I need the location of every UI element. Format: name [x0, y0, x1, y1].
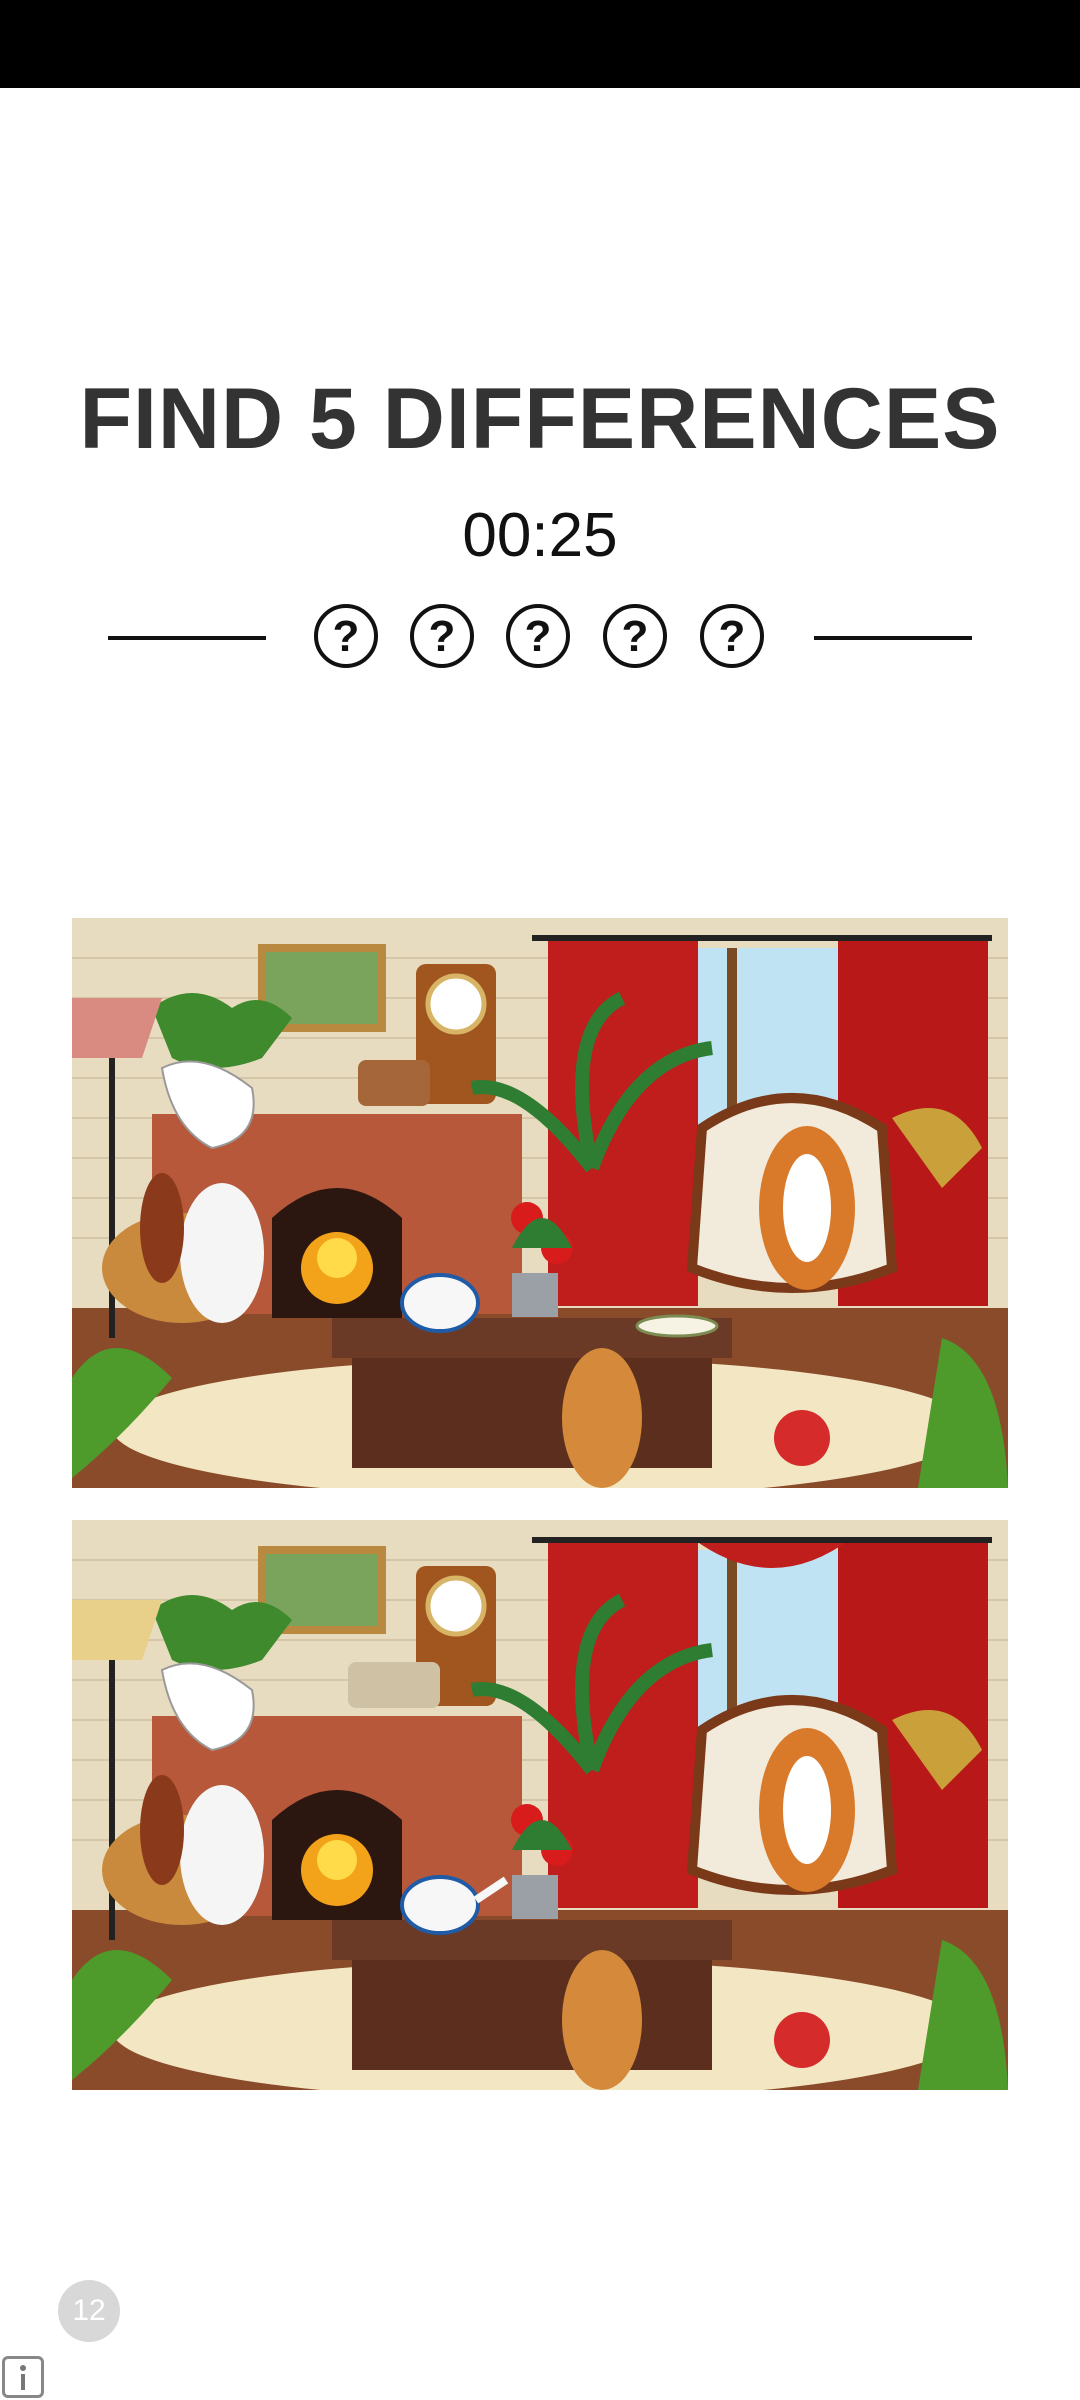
difference-slot-1: ?: [314, 604, 378, 668]
radio: [358, 1060, 430, 1106]
violin: [140, 1173, 184, 1283]
ad-badge[interactable]: 12: [58, 2280, 120, 2342]
red-ball: [774, 1410, 830, 1466]
difference-slot-5: ?: [700, 604, 764, 668]
difference-slot-3: ?: [506, 604, 570, 668]
teapot: [400, 1273, 480, 1333]
game-title: FIND 5 DIFFERENCES: [79, 371, 1001, 467]
flower-pot: [512, 1273, 558, 1317]
difference-slot-2: ?: [410, 604, 474, 668]
info-icon[interactable]: [2, 2356, 44, 2398]
spotted-cat: [562, 1348, 642, 1488]
difference-slot-4: ?: [603, 604, 667, 668]
right-divider-line: [814, 636, 972, 640]
scene-original[interactable]: [72, 918, 1008, 1488]
left-divider-line: [108, 636, 266, 640]
scene-modified[interactable]: [72, 1520, 1008, 2090]
radio: [348, 1662, 440, 1708]
plate: [635, 1314, 719, 1338]
white-cat: [180, 1183, 264, 1323]
countdown-timer: 00:25: [462, 501, 618, 570]
status-bar: [0, 0, 1080, 88]
